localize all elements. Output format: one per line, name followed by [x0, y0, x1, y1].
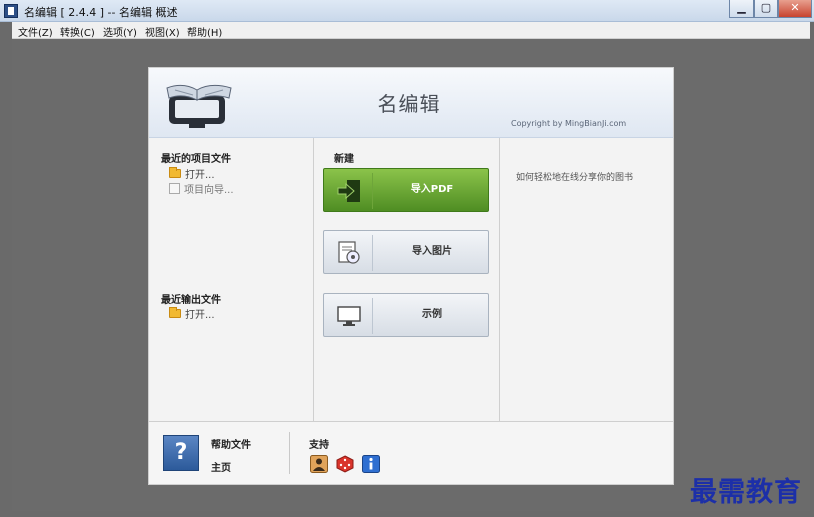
window-title: 名编辑 [ 2.4.4 ] -- 名编辑 概述	[24, 6, 178, 19]
recent-projects-title: 最近的项目文件	[161, 154, 231, 165]
help-file-link[interactable]: 帮助文件	[211, 436, 251, 451]
import-arrow-icon	[336, 178, 362, 204]
help-icon[interactable]: ?	[163, 435, 199, 471]
book-logo-icon	[165, 78, 235, 130]
panel-footer: ? 帮助文件 主页 支持	[149, 421, 673, 484]
share-book-tip-link[interactable]: 如何轻松地在线分享你的图书	[516, 170, 633, 183]
folder-icon	[169, 167, 181, 178]
open-project-label: 打开...	[185, 170, 215, 181]
user-support-icon[interactable]	[310, 455, 328, 473]
open-output-link[interactable]: 打开...	[169, 306, 215, 321]
new-section-title: 新建	[334, 154, 354, 165]
folder-icon	[169, 307, 181, 318]
brand-title: 名编辑	[377, 92, 441, 116]
import-pdf-label: 导入PDF	[410, 184, 454, 195]
wizard-icon	[169, 183, 180, 194]
monitor-icon	[336, 303, 362, 329]
start-panel: 名编辑 Copyright by MingBianJi.com 最近的项目文件 …	[148, 67, 674, 485]
copyright-text: Copyright by MingBianJi.com	[511, 119, 627, 128]
new-column: 新建 导入PDF 导入图片 示例	[314, 138, 500, 421]
open-output-label: 打开...	[185, 310, 215, 321]
import-pdf-button[interactable]: 导入PDF	[323, 168, 489, 212]
menu-view[interactable]: 视图(X)	[145, 24, 180, 39]
maximize-button[interactable]: ▢	[754, 0, 778, 18]
menu-convert[interactable]: 转换(C)	[60, 24, 95, 39]
close-button[interactable]: ✕	[778, 0, 812, 18]
menu-help[interactable]: 帮助(H)	[187, 24, 222, 39]
project-wizard-label: 项目向导...	[184, 185, 234, 196]
example-label: 示例	[422, 309, 442, 320]
recent-files-column: 最近的项目文件 打开... 项目向导... 最近输出文件 打开...	[149, 138, 314, 421]
menu-bar: 文件(Z) 转换(C) 选项(Y) 视图(X) 帮助(H)	[12, 22, 810, 39]
panel-header: 名编辑 Copyright by MingBianJi.com	[149, 68, 673, 138]
title-bar: 名编辑 [ 2.4.4 ] -- 名编辑 概述 ▁ ▢ ✕	[0, 0, 814, 22]
watermark-text: 最需教育	[690, 477, 802, 508]
image-document-icon	[336, 240, 362, 266]
menu-options[interactable]: 选项(Y)	[103, 24, 137, 39]
tips-column: 如何轻松地在线分享你的图书	[500, 138, 673, 421]
app-icon	[4, 4, 18, 18]
project-wizard-link[interactable]: 项目向导...	[169, 181, 234, 196]
support-title: 支持	[309, 440, 329, 451]
recent-outputs-title: 最近输出文件	[161, 295, 221, 306]
dice-icon[interactable]	[336, 455, 354, 473]
menu-file[interactable]: 文件(Z)	[18, 24, 53, 39]
open-project-link[interactable]: 打开...	[169, 166, 215, 181]
import-images-label: 导入图片	[412, 246, 452, 257]
example-button[interactable]: 示例	[323, 293, 489, 337]
import-images-button[interactable]: 导入图片	[323, 230, 489, 274]
home-link[interactable]: 主页	[211, 459, 231, 474]
minimize-button[interactable]: ▁	[729, 0, 754, 18]
info-icon[interactable]	[362, 455, 380, 473]
